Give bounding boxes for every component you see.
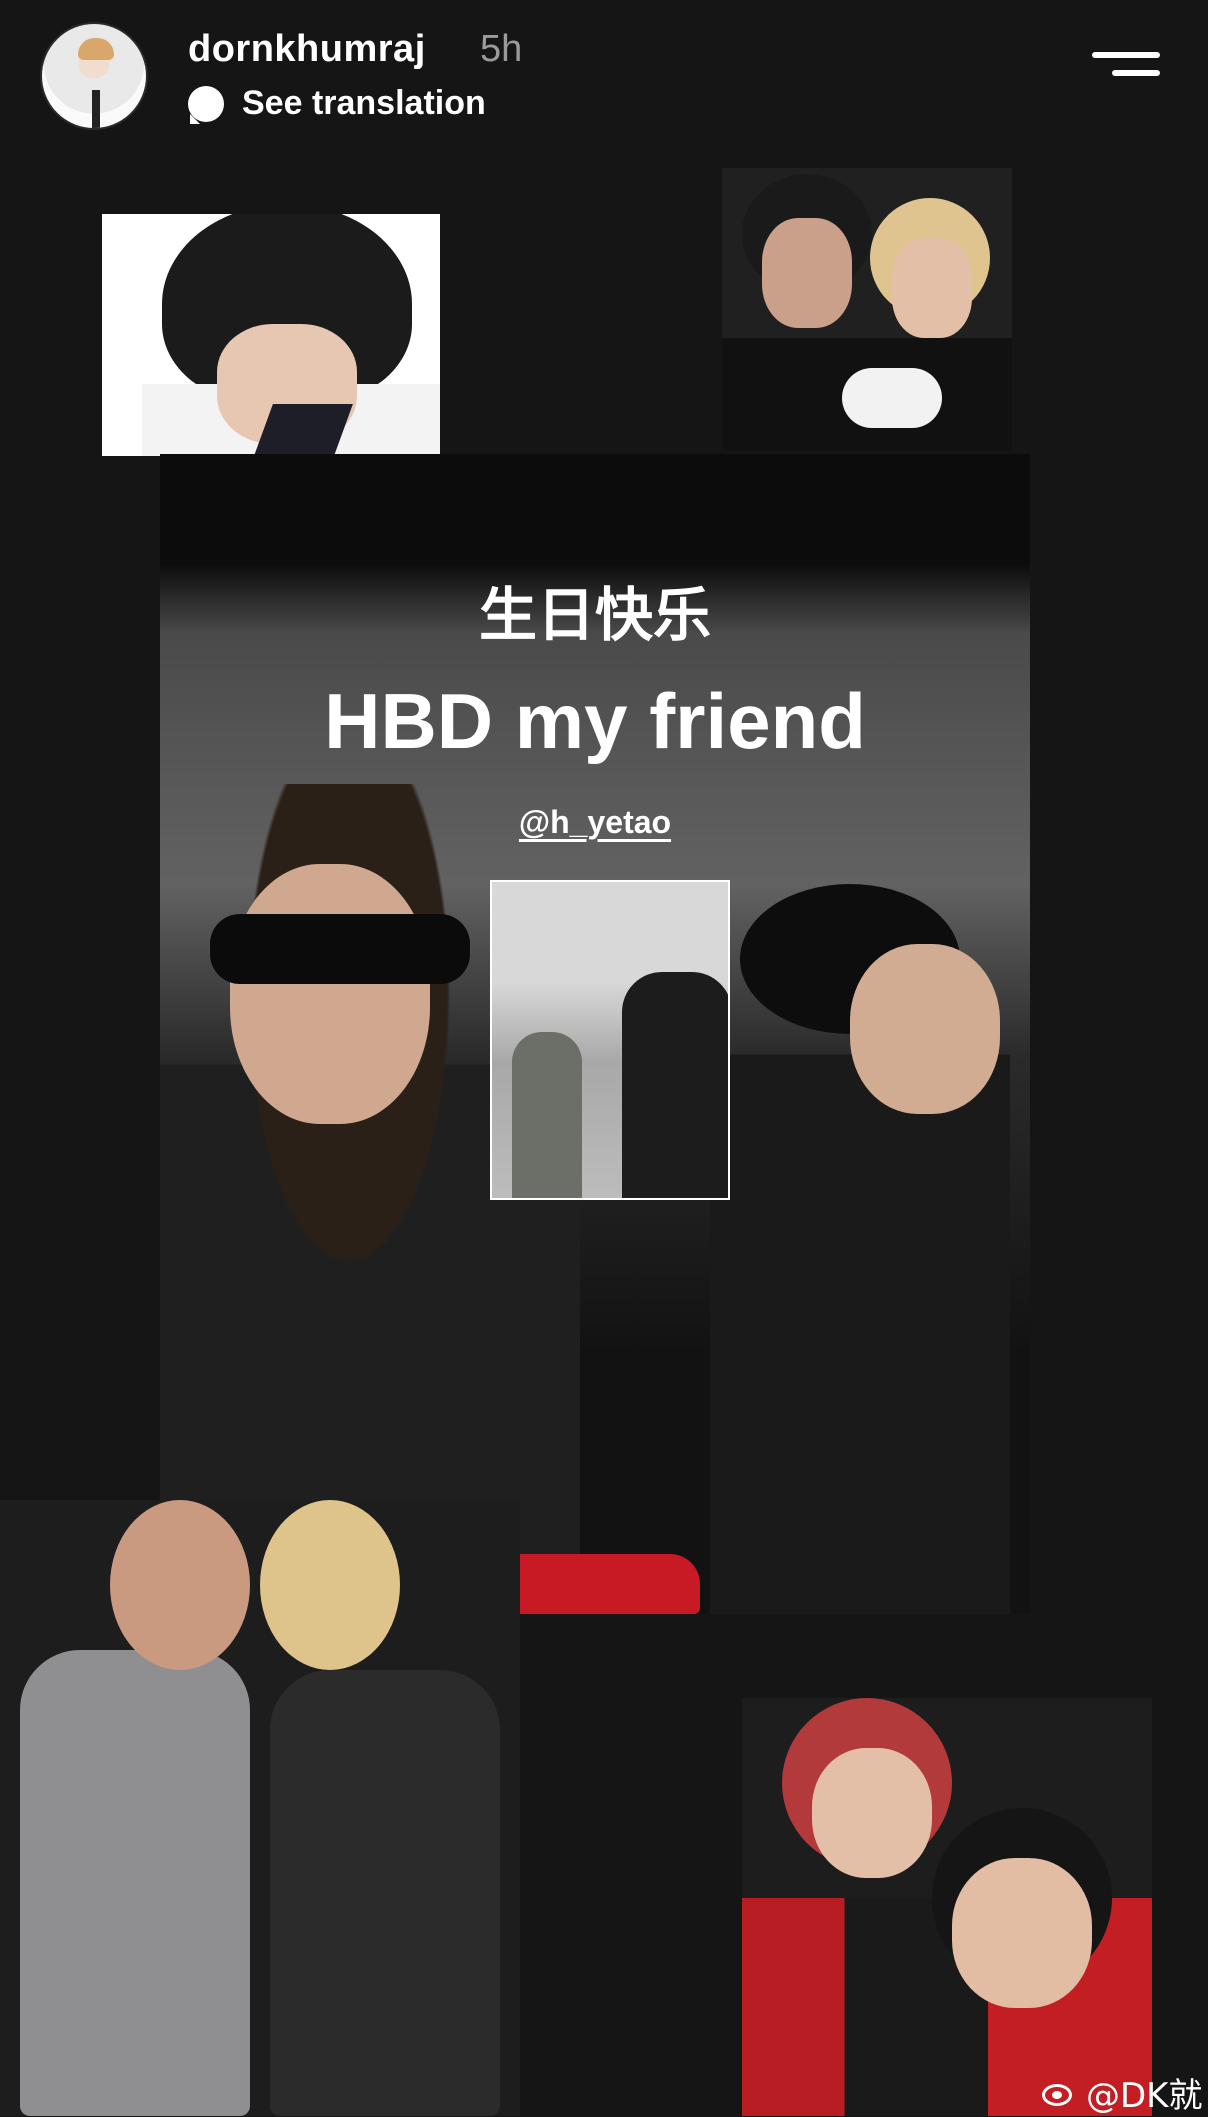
inset-photo bbox=[490, 880, 730, 1200]
photo-sticker-top-right bbox=[722, 168, 1012, 450]
greeting-chinese: 生日快乐 bbox=[478, 581, 711, 649]
username[interactable]: dornkhumraj bbox=[188, 28, 426, 71]
avatar-tie bbox=[92, 90, 100, 128]
post-time: 5h bbox=[480, 28, 523, 70]
see-translation-label: See translation bbox=[242, 84, 486, 122]
greeting-english: HBD my friend bbox=[324, 677, 866, 765]
see-translation-button[interactable]: See translation bbox=[188, 84, 486, 124]
menu-icon[interactable] bbox=[1092, 52, 1160, 90]
photo-sticker-top-left bbox=[102, 214, 440, 456]
mention-sticker[interactable]: @h_yetao bbox=[160, 804, 1030, 841]
watermark-text: @DK就 bbox=[1086, 2076, 1203, 2116]
speech-bubble-icon bbox=[188, 85, 224, 124]
profile-avatar[interactable] bbox=[40, 22, 148, 130]
photo-sticker-bottom-left bbox=[0, 1500, 520, 2116]
weibo-watermark: @DK就 bbox=[1040, 2068, 1202, 2117]
photo-sticker-bottom-right bbox=[742, 1698, 1152, 2116]
weibo-icon bbox=[1040, 2078, 1080, 2108]
avatar-hair bbox=[78, 38, 114, 60]
mention-label: @h_yetao bbox=[518, 804, 672, 840]
